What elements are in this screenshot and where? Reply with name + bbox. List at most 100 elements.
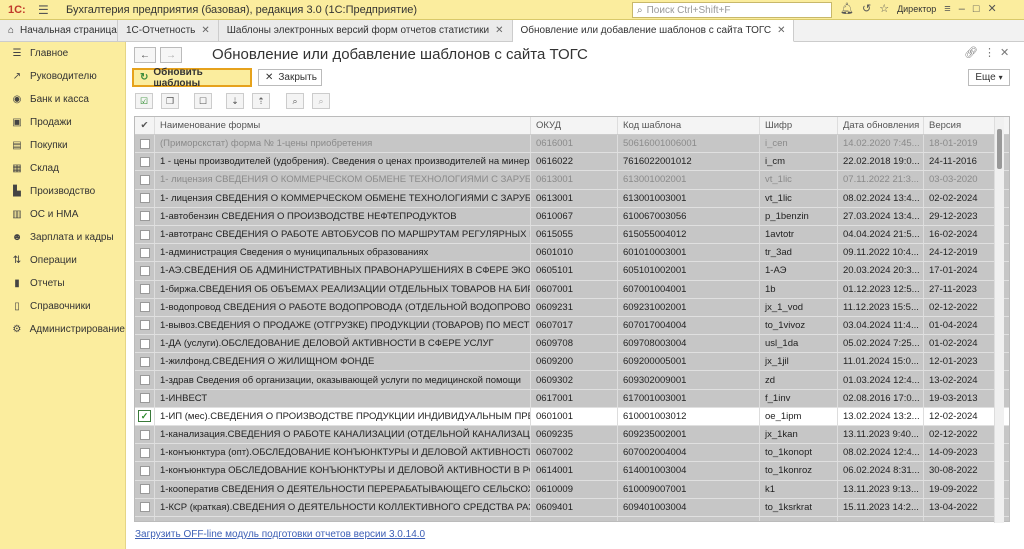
header-cipher[interactable]: Шифр — [760, 117, 838, 134]
sidebar-item-purchases[interactable]: ▤ Покупки — [0, 134, 125, 157]
check-all-button[interactable]: ☑ — [135, 93, 153, 109]
table-row[interactable]: 1-конъюнктура ОБСЛЕДОВАНИЕ КОНЪЮНКТУРЫ И… — [135, 462, 1009, 481]
checkbox-icon[interactable] — [139, 302, 150, 313]
table-row[interactable]: 1-АЭ.СВЕДЕНИЯ ОБ АДМИНИСТРАТИВНЫХ ПРАВОН… — [135, 262, 1009, 281]
header-name[interactable]: Наименование формы — [155, 117, 531, 134]
download-offline-link[interactable]: Загрузить OFF-line модуль подготовки отч… — [135, 529, 425, 540]
tab-home[interactable]: ⌂ Начальная страница — [0, 20, 118, 41]
sidebar-item-sales[interactable]: ▣ Продажи — [0, 111, 125, 134]
row-checkbox[interactable] — [135, 153, 155, 171]
tab-templates[interactable]: Шаблоны электронных версий форм отчетов … — [218, 20, 513, 41]
checkbox-icon[interactable] — [139, 447, 150, 458]
row-checkbox[interactable] — [135, 371, 155, 389]
checkbox-icon[interactable] — [139, 211, 150, 222]
maximize-icon[interactable]: □ — [973, 3, 980, 15]
row-checkbox[interactable] — [135, 225, 155, 244]
find-button[interactable]: ⌕ — [286, 93, 304, 109]
table-row[interactable]: 1-автобензин СВЕДЕНИЯ О ПРОИЗВОДСТВЕ НЕФ… — [135, 207, 1009, 226]
forward-button[interactable]: → — [160, 47, 182, 63]
checkbox-icon[interactable] — [139, 429, 150, 440]
checkbox-icon[interactable] — [139, 356, 150, 367]
table-scrollbar[interactable] — [994, 117, 1004, 523]
table-row[interactable]: 1-жилфонд.СВЕДЕНИЯ О ЖИЛИЩНОМ ФОНДЕ 06092… — [135, 353, 1009, 372]
sidebar-item-manager[interactable]: ↗ Руководителю — [0, 65, 125, 88]
close-button[interactable]: ✕ Закрыть — [258, 69, 322, 86]
table-row[interactable]: 1-КСР (полная) СВЕДЕНИЯ О ДЕЯТЕЛЬНОСТИ К… — [135, 516, 1009, 521]
sidebar-item-production[interactable]: ▙ Производство — [0, 180, 125, 203]
row-checkbox[interactable] — [135, 498, 155, 516]
update-templates-button[interactable]: ↻ Обновить шаблоны — [132, 67, 252, 89]
checkbox-icon[interactable] — [139, 375, 150, 386]
row-checkbox[interactable] — [135, 262, 155, 280]
minimize-icon[interactable]: – — [959, 3, 965, 15]
sort-desc-button[interactable]: ⇡ — [252, 93, 270, 109]
sidebar-item-reports[interactable]: ▮ Отчеты — [0, 272, 125, 295]
uncheck-all-button[interactable]: ☐ — [194, 93, 212, 109]
row-checkbox[interactable] — [135, 480, 155, 498]
row-checkbox[interactable] — [135, 298, 155, 316]
row-checkbox[interactable] — [135, 335, 155, 353]
checkbox-icon[interactable] — [139, 320, 150, 331]
settings-icon[interactable]: ≡ — [944, 3, 950, 15]
row-checkbox[interactable] — [135, 462, 155, 480]
more-menu-icon[interactable]: ⋮ — [984, 46, 995, 59]
header-check[interactable]: ✔ — [135, 117, 155, 134]
header-okud[interactable]: ОКУД — [531, 117, 618, 134]
sidebar-item-bank[interactable]: ◉ Банк и касса — [0, 88, 125, 111]
checkbox-icon[interactable] — [139, 520, 150, 521]
checkbox-icon[interactable] — [139, 193, 150, 204]
copy-button[interactable]: ❐ — [161, 93, 179, 109]
checkbox-icon[interactable] — [139, 393, 150, 404]
checkbox-icon[interactable] — [139, 138, 150, 149]
checkbox-checked-icon[interactable]: ✓ — [138, 410, 151, 423]
row-checkbox[interactable] — [135, 516, 155, 521]
row-checkbox[interactable] — [135, 207, 155, 225]
clear-find-button[interactable]: ⌕ — [312, 93, 330, 109]
checkbox-icon[interactable] — [139, 174, 150, 185]
row-checkbox[interactable] — [135, 444, 155, 462]
table-row[interactable]: 1-ИНВЕСТ 0617001 617001003001 f_1inv 02.08.2… — [135, 389, 1009, 408]
table-row[interactable]: 1 - цены производителей (удобрения). Све… — [135, 153, 1009, 172]
sidebar-item-warehouse[interactable]: ▦ Склад — [0, 157, 125, 180]
header-version[interactable]: Версия — [924, 117, 1000, 134]
row-checkbox[interactable] — [135, 280, 155, 298]
row-checkbox[interactable] — [135, 389, 155, 407]
checkbox-icon[interactable] — [139, 284, 150, 295]
row-checkbox[interactable] — [135, 135, 155, 153]
scrollbar-thumb[interactable] — [997, 129, 1002, 169]
tab-update-templates[interactable]: Обновление или добавление шаблонов с сай… — [512, 20, 795, 42]
table-row[interactable]: 1-здрав Сведения об организации, оказыва… — [135, 371, 1009, 390]
sidebar-item-assets[interactable]: ▥ ОС и НМА — [0, 203, 125, 226]
row-checkbox[interactable] — [135, 171, 155, 189]
checkbox-icon[interactable] — [139, 502, 150, 513]
checkbox-icon[interactable] — [139, 265, 150, 276]
link-icon[interactable]: 🔗︎ — [964, 46, 978, 59]
tab-1c-reporting[interactable]: 1С-Отчетность ✕ — [118, 20, 219, 41]
checkbox-icon[interactable] — [139, 484, 150, 495]
table-row[interactable]: ✓ 1-ИП (мес).СВЕДЕНИЯ О ПРОИЗВОДСТВЕ ПРОД… — [135, 407, 1009, 426]
checkbox-icon[interactable] — [139, 338, 150, 349]
header-date[interactable]: Дата обновления — [838, 117, 924, 134]
star-icon[interactable]: ☆ — [879, 2, 889, 15]
close-icon[interactable]: ✕ — [987, 2, 996, 15]
bell-icon[interactable]: 🔔︎ — [840, 2, 854, 15]
row-checkbox[interactable] — [135, 353, 155, 371]
main-menu-icon[interactable]: ☰ — [38, 3, 52, 17]
sidebar-item-admin[interactable]: ⚙ Администрирование — [0, 318, 125, 341]
sidebar-item-main[interactable]: ☰ Главное — [0, 42, 125, 65]
table-row[interactable]: 1-биржа.СВЕДЕНИЯ ОБ ОБЪЕМАХ РЕАЛИЗАЦИИ О… — [135, 280, 1009, 299]
back-button[interactable]: ← — [134, 47, 156, 63]
checkbox-icon[interactable] — [139, 247, 150, 258]
table-row[interactable]: 1-автотранс СВЕДЕНИЯ О РАБОТЕ АВТОБУСОВ … — [135, 225, 1009, 245]
row-checkbox[interactable] — [135, 316, 155, 335]
more-button[interactable]: Еще ▾ — [968, 69, 1010, 86]
row-checkbox[interactable]: ✓ — [135, 407, 155, 425]
window-close-icon[interactable]: ✕ — [1000, 46, 1009, 59]
table-row[interactable]: 1-КСР (краткая).СВЕДЕНИЯ О ДЕЯТЕЛЬНОСТИ … — [135, 498, 1009, 517]
checkbox-icon[interactable] — [139, 156, 150, 167]
row-checkbox[interactable] — [135, 189, 155, 207]
sidebar-item-operations[interactable]: ⇅ Операции — [0, 249, 125, 272]
row-checkbox[interactable] — [135, 426, 155, 444]
tab-close-icon[interactable]: ✕ — [201, 25, 209, 36]
table-row[interactable]: 1-канализация.СВЕДЕНИЯ О РАБОТЕ КАНАЛИЗА… — [135, 426, 1009, 445]
